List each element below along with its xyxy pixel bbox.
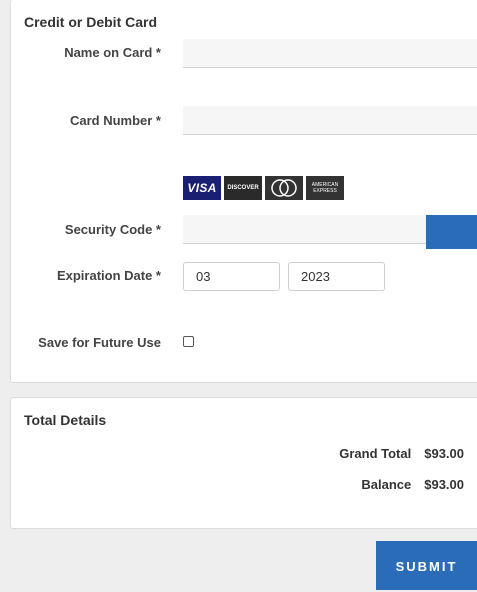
expiration-date-label: Expiration Date * [56,268,161,283]
mastercard-logo-icon [265,176,303,200]
card-section-title: Credit or Debit Card [24,14,158,30]
visa-logo-icon: VISA [183,176,221,200]
name-on-card-label: Name on Card * [64,45,161,60]
card-number-label: Card Number * [69,113,161,128]
total-details-panel: Total Details Grand Total $93.00 Balance… [10,397,477,529]
submit-button[interactable]: SUBMIT [376,541,477,590]
card-payment-panel: Credit or Debit Card Name on Card * Card… [10,0,477,383]
grand-total-row: Grand Total $93.00 [339,446,464,461]
name-on-card-input[interactable] [183,39,477,68]
save-future-checkbox[interactable] [183,336,194,347]
discover-logo-icon: DISCOVER [224,176,262,200]
security-code-label: Security Code * [64,222,161,237]
expiration-year-select[interactable]: 2023 [288,262,385,291]
balance-row: Balance $93.00 [361,477,464,492]
amex-logo-icon: AMERICAN EXPRESS [306,176,344,200]
grand-total-value: $93.00 [424,446,464,461]
balance-value: $93.00 [424,477,464,492]
totals-section-title: Total Details [24,412,107,428]
grand-total-label: Grand Total [339,446,412,461]
balance-label: Balance [361,477,412,492]
expiration-month-select[interactable]: 03 [183,262,280,291]
save-future-label: Save for Future Use [38,335,161,350]
accepted-cards: VISA DISCOVER AMERICAN EXPRESS [183,176,344,200]
card-number-input[interactable] [183,106,477,135]
security-code-help-button[interactable] [426,215,477,249]
security-code-input[interactable] [183,215,426,244]
